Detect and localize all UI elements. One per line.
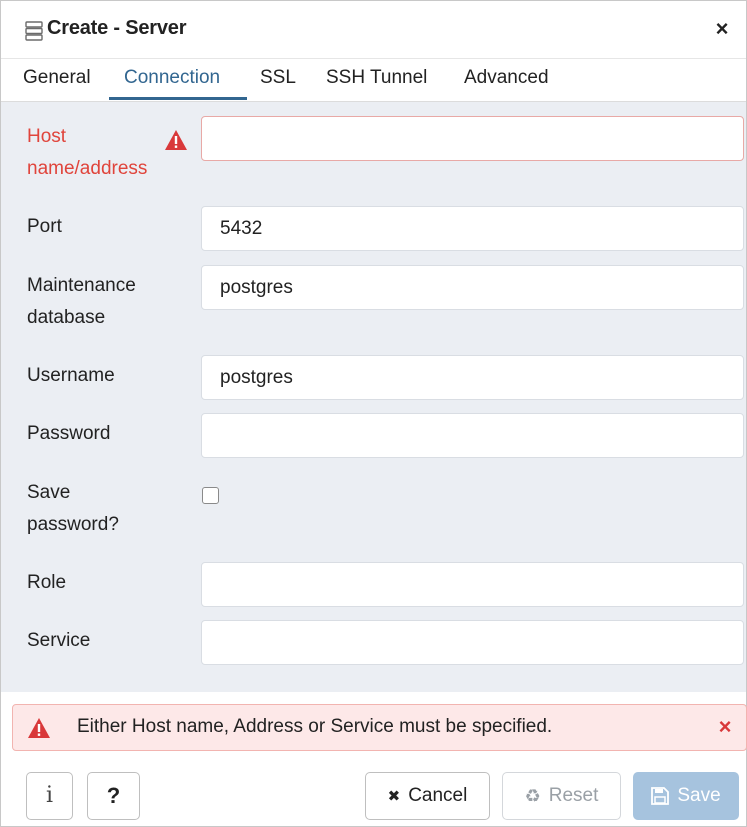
floppy-disk-icon	[651, 787, 670, 805]
host-label-line2: name/address	[27, 158, 148, 179]
save-label: Save	[677, 785, 721, 806]
tab-ssl[interactable]: SSL	[260, 67, 296, 101]
form-body: Host name/address Port Maintenance datab…	[1, 102, 746, 692]
error-message: Either Host name, Address or Service mus…	[77, 716, 553, 737]
tab-general[interactable]: General	[23, 67, 91, 101]
username-input[interactable]	[201, 355, 744, 400]
warning-triangle-icon	[28, 718, 50, 738]
port-label: Port	[27, 216, 62, 237]
close-icon: ✖	[387, 787, 401, 805]
host-name-input[interactable]	[201, 116, 744, 161]
save-password-label-line2: password?	[27, 514, 119, 535]
role-input[interactable]	[201, 562, 744, 607]
maintenance-db-label-line1: Maintenance	[27, 275, 136, 296]
tab-advanced[interactable]: Advanced	[464, 67, 549, 101]
create-server-dialog: Create - Server × General Connection SSL…	[0, 0, 747, 827]
close-icon[interactable]: ×	[715, 716, 735, 738]
dialog-titlebar[interactable]: Create - Server ×	[1, 1, 746, 59]
close-icon[interactable]: ×	[712, 18, 732, 40]
save-password-label-line1: Save	[27, 482, 71, 503]
tab-ssh-tunnel[interactable]: SSH Tunnel	[326, 67, 427, 101]
recycle-icon: ♻	[524, 786, 541, 806]
save-password-checkbox[interactable]	[202, 487, 219, 504]
warning-triangle-icon	[165, 130, 187, 150]
dialog-footer: i ? ✖ Cancel ♻ Reset Save	[1, 758, 746, 826]
error-banner: Either Host name, Address or Service mus…	[12, 704, 747, 751]
username-label: Username	[27, 365, 115, 386]
save-button[interactable]: Save	[633, 772, 739, 820]
active-tab-indicator	[109, 97, 247, 100]
maintenance-database-input[interactable]	[201, 265, 744, 310]
tab-bar: General Connection SSL SSH Tunnel Advanc…	[1, 59, 746, 102]
service-label: Service	[27, 630, 91, 651]
server-icon	[25, 21, 43, 41]
tab-connection[interactable]: Connection	[124, 67, 220, 101]
reset-label: Reset	[548, 785, 599, 806]
question-mark-icon: ?	[106, 783, 121, 808]
reset-button[interactable]: ♻ Reset	[502, 772, 621, 820]
help-button[interactable]: ?	[87, 772, 140, 820]
role-label: Role	[27, 572, 67, 593]
info-button[interactable]: i	[26, 772, 73, 820]
port-input[interactable]	[201, 206, 744, 251]
info-icon: i	[45, 783, 54, 808]
service-input[interactable]	[201, 620, 744, 665]
host-label-line1: Host	[27, 126, 67, 147]
cancel-label: Cancel	[408, 785, 468, 806]
dialog-title: Create - Server	[47, 17, 187, 39]
password-label: Password	[27, 423, 111, 444]
password-input[interactable]	[201, 413, 744, 458]
cancel-button[interactable]: ✖ Cancel	[365, 772, 490, 820]
maintenance-db-label-line2: database	[27, 307, 106, 328]
